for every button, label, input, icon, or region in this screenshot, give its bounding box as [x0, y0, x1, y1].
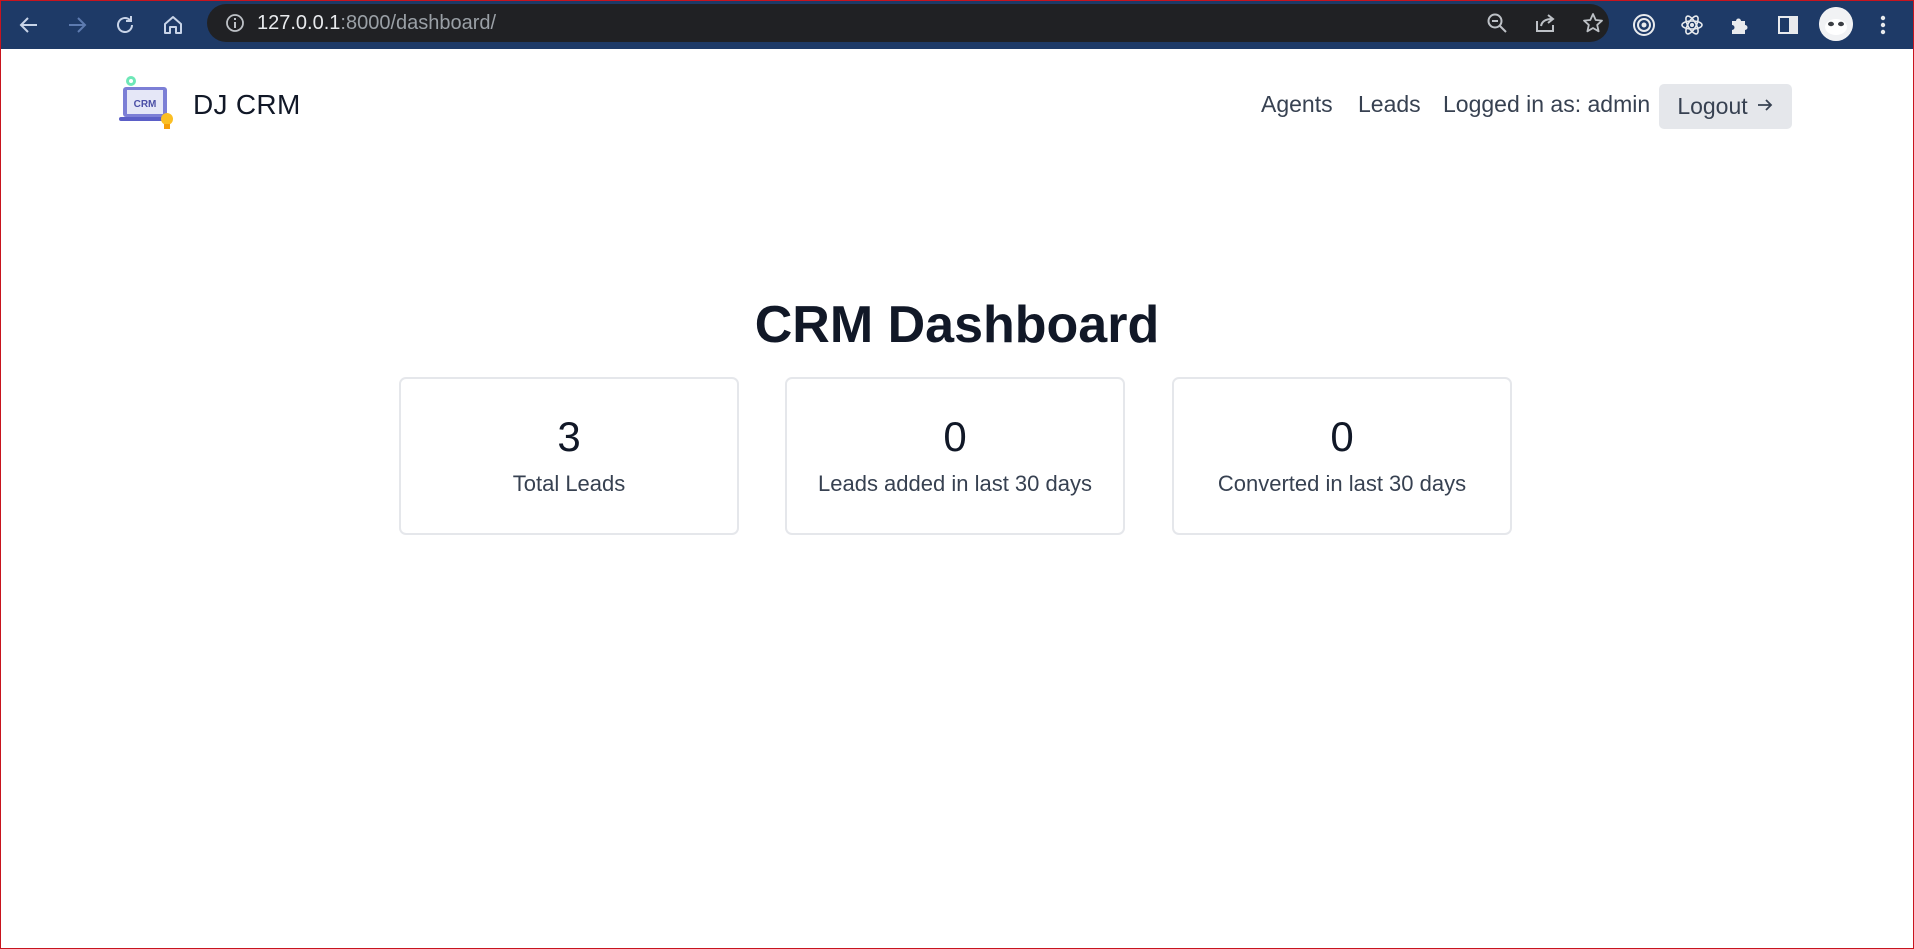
avatar[interactable]	[1819, 7, 1853, 41]
forward-icon[interactable]	[61, 9, 93, 41]
stat-value: 0	[1330, 413, 1354, 460]
page-title: CRM Dashboard	[754, 296, 1160, 354]
url-path: :8000/dashboard/	[340, 12, 497, 34]
zoom-icon[interactable]	[1485, 12, 1509, 34]
star-icon[interactable]	[1581, 12, 1605, 34]
brand-name[interactable]: DJ CRM	[193, 89, 301, 121]
crm-logo[interactable]: CRM	[117, 73, 177, 133]
url-text[interactable]: 127.0.0.1:8000/dashboard/	[257, 4, 496, 42]
extension-target-icon[interactable]	[1628, 9, 1660, 41]
arrow-right-icon	[1756, 93, 1774, 120]
logout-button[interactable]: Logout	[1659, 84, 1792, 129]
puzzle-icon[interactable]	[1724, 9, 1756, 41]
site-navbar: CRM DJ CRM Agents Leads Logged in as: ad…	[1, 49, 1913, 165]
browser-toolbar: 127.0.0.1:8000/dashboard/	[1, 1, 1913, 49]
stat-card-leads-added: 0 Leads added in last 30 days	[785, 377, 1125, 535]
nav-link-agents[interactable]: Agents	[1261, 91, 1333, 118]
back-icon[interactable]	[13, 9, 45, 41]
page-content: CRM DJ CRM Agents Leads Logged in as: ad…	[1, 49, 1913, 948]
share-icon[interactable]	[1533, 12, 1557, 34]
nav-link-leads[interactable]: Leads	[1358, 91, 1421, 118]
stat-label: Total Leads	[512, 471, 626, 496]
logged-in-text: Logged in as: admin	[1443, 91, 1651, 117]
stat-card-converted: 0 Converted in last 30 days	[1172, 377, 1512, 535]
stat-label: Converted in last 30 days	[1217, 471, 1467, 496]
logout-label: Logout	[1677, 93, 1748, 119]
address-bar[interactable]: 127.0.0.1:8000/dashboard/	[207, 4, 1609, 42]
reload-icon[interactable]	[109, 9, 141, 41]
sidebar-icon[interactable]	[1772, 9, 1804, 41]
browser-window: 127.0.0.1:8000/dashboard/ CRM DJ CRM Age…	[0, 0, 1914, 949]
stat-value: 0	[943, 413, 967, 460]
stat-card-total-leads: 3 Total Leads	[399, 377, 739, 535]
stat-label: Leads added in last 30 days	[818, 471, 1092, 496]
logo-text: CRM	[134, 99, 157, 110]
stat-value: 3	[557, 413, 581, 460]
react-devtools-icon[interactable]	[1676, 9, 1708, 41]
info-icon[interactable]	[223, 12, 247, 34]
home-icon[interactable]	[157, 9, 189, 41]
url-host: 127.0.0.1	[257, 12, 341, 34]
kebab-menu-icon[interactable]	[1867, 9, 1899, 41]
